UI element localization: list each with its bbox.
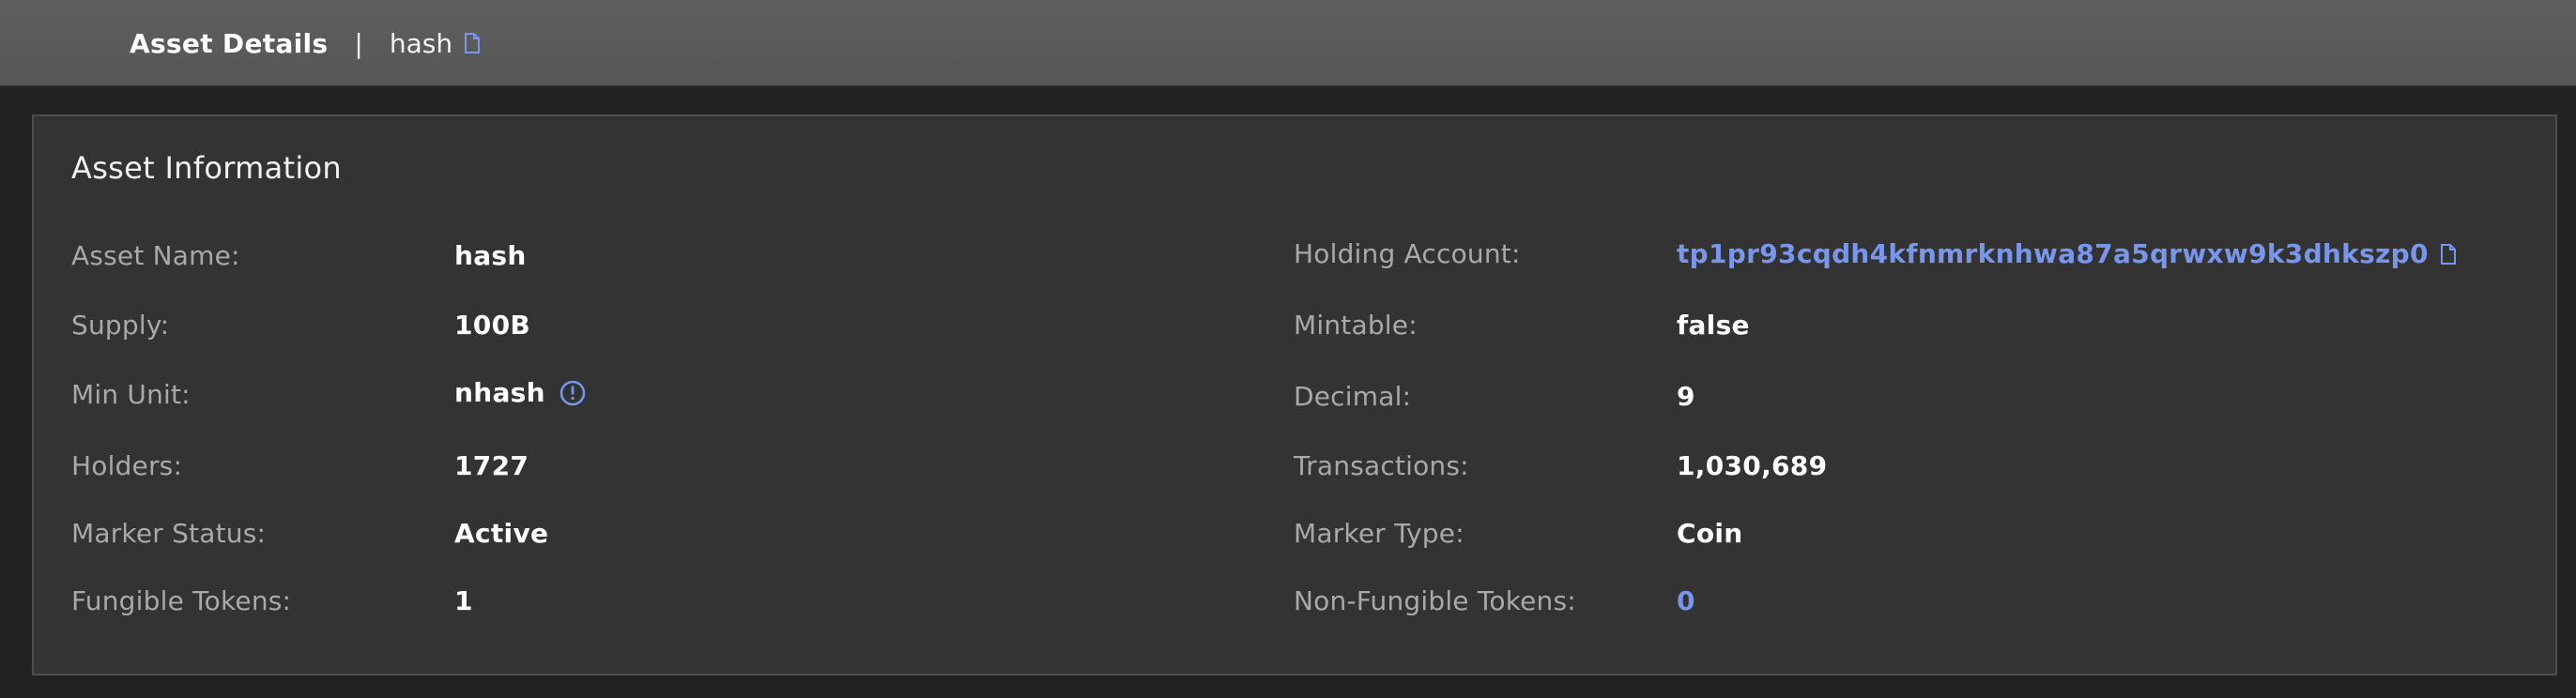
page-header: Asset Details | hash xyxy=(0,0,2576,86)
min-unit-value: nhash xyxy=(454,377,545,408)
fungible-tokens-label: Fungible Tokens: xyxy=(71,585,292,616)
marker-status-value: Active xyxy=(454,518,549,549)
non-fungible-tokens-link[interactable]: 0 xyxy=(1677,585,1695,616)
asset-information-card: Asset Information Asset Name: hash Suppl… xyxy=(32,114,2557,675)
marker-type-label: Marker Type: xyxy=(1294,518,1464,549)
holders-value: 1727 xyxy=(454,450,529,481)
min-unit-label: Min Unit: xyxy=(71,379,191,410)
info-icon[interactable] xyxy=(559,379,587,407)
non-fungible-tokens-label: Non-Fungible Tokens: xyxy=(1294,585,1576,616)
supply-label: Supply: xyxy=(71,310,170,341)
decimal-value: 9 xyxy=(1677,381,1695,412)
holding-account-value-wrap: tp1pr93cqdh4kfnmrknhwa87a5qrwxw9k3dhkszp… xyxy=(1677,238,2457,269)
asset-name-label: Asset Name: xyxy=(71,240,240,271)
transactions-value: 1,030,689 xyxy=(1677,450,1828,481)
marker-status-label: Marker Status: xyxy=(71,518,267,549)
header-asset-name: hash xyxy=(389,27,453,59)
copy-icon[interactable] xyxy=(2440,243,2457,265)
decimal-label: Decimal: xyxy=(1294,381,1412,412)
page-title: Asset Details xyxy=(130,27,329,59)
holders-label: Holders: xyxy=(71,450,183,481)
transactions-label: Transactions: xyxy=(1294,450,1469,481)
card-title: Asset Information xyxy=(71,150,342,186)
marker-type-value: Coin xyxy=(1677,518,1743,549)
mintable-value: false xyxy=(1677,310,1750,341)
copy-icon[interactable] xyxy=(464,33,481,53)
breadcrumb: Asset Details | hash xyxy=(130,0,481,86)
fungible-tokens-value: 1 xyxy=(454,585,473,616)
supply-value: 100B xyxy=(454,310,530,341)
mintable-label: Mintable: xyxy=(1294,310,1418,341)
breadcrumb-separator: | xyxy=(354,27,363,59)
holding-account-link[interactable]: tp1pr93cqdh4kfnmrknhwa87a5qrwxw9k3dhkszp… xyxy=(1677,238,2429,269)
asset-name-value: hash xyxy=(454,240,527,271)
holding-account-label: Holding Account: xyxy=(1294,238,1521,269)
min-unit-value-wrap: nhash xyxy=(454,377,587,408)
